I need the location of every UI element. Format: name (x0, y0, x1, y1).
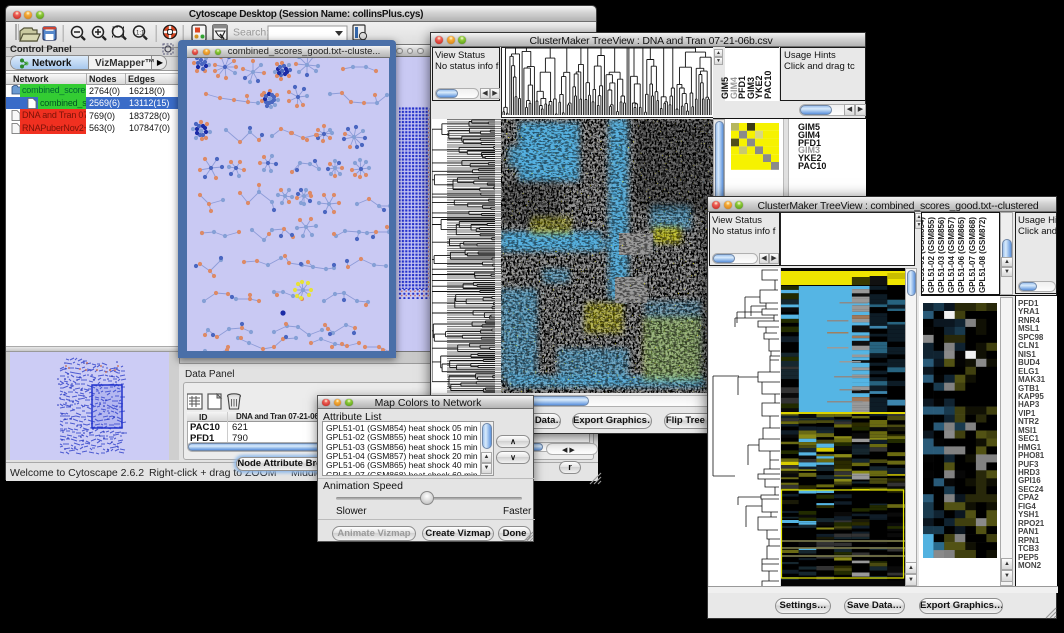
svg-text:1:1: 1:1 (136, 31, 145, 37)
svg-text:Search:: Search: (233, 27, 269, 39)
